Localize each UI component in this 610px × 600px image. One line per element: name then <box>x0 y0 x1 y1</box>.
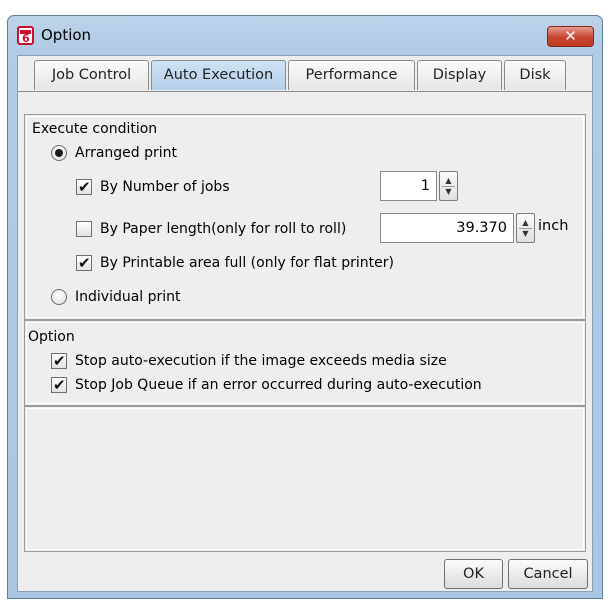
option-panel: Option Stop auto-execution if the image … <box>24 320 586 406</box>
stop-job-queue-label: Stop Job Queue if an error occurred duri… <box>75 377 482 393</box>
arrow-down-icon[interactable]: ▼ <box>517 230 534 238</box>
by-printable-area-checkbox[interactable]: By Printable area full (only for flat pr… <box>76 253 436 273</box>
checkbox-indicator[interactable] <box>51 351 67 371</box>
close-icon: ✕ <box>564 27 577 45</box>
by-paper-length-label: By Paper length(only for roll to roll) <box>100 221 347 237</box>
by-printable-area-label: By Printable area full (only for flat pr… <box>100 255 394 271</box>
by-number-of-jobs-checkbox[interactable]: By Number of jobs <box>76 177 376 197</box>
tab-divider <box>18 91 592 92</box>
stop-auto-execution-label: Stop auto-execution if the image exceeds… <box>75 353 447 369</box>
tab-job-control[interactable]: Job Control <box>34 60 149 90</box>
individual-print-label: Individual print <box>75 289 181 305</box>
empty-panel <box>24 406 586 552</box>
by-paper-length-checkbox[interactable]: By Paper length(only for roll to roll) <box>76 219 386 239</box>
stop-auto-execution-checkbox[interactable]: Stop auto-execution if the image exceeds… <box>51 351 571 371</box>
window-title: Option <box>41 26 92 44</box>
paper-length-unit: inch <box>538 218 569 234</box>
checkbox-indicator[interactable] <box>76 177 92 197</box>
tab-disk[interactable]: Disk <box>504 60 566 90</box>
arrow-up-icon[interactable]: ▲ <box>440 177 457 185</box>
dialog-content: Job Control Auto Execution Performance D… <box>17 55 593 592</box>
option-title: Option <box>28 329 75 345</box>
arrow-down-icon[interactable]: ▼ <box>440 188 457 196</box>
number-of-jobs-input[interactable]: 1 <box>380 171 437 201</box>
title-bar[interactable]: 6 Option ✕ <box>8 16 602 56</box>
ok-button[interactable]: OK <box>444 559 503 589</box>
tab-performance[interactable]: Performance <box>288 60 415 90</box>
tab-display[interactable]: Display <box>417 60 502 90</box>
paper-length-input[interactable]: 39.370 <box>380 213 514 243</box>
checkbox-indicator[interactable] <box>76 253 92 273</box>
paper-length-spinner[interactable]: ▲ ▼ <box>516 213 535 243</box>
individual-print-radio[interactable]: Individual print <box>51 287 351 307</box>
arranged-print-label: Arranged print <box>75 145 178 161</box>
number-of-jobs-spinner[interactable]: ▲ ▼ <box>439 171 458 201</box>
cancel-button[interactable]: Cancel <box>508 559 588 589</box>
option-dialog: 6 Option ✕ Job Control Auto Execution Pe… <box>7 15 603 599</box>
checkbox-indicator[interactable] <box>51 375 67 395</box>
radio-indicator[interactable] <box>51 289 67 305</box>
arrow-up-icon[interactable]: ▲ <box>517 219 534 227</box>
stop-job-queue-checkbox[interactable]: Stop Job Queue if an error occurred duri… <box>51 375 591 395</box>
arranged-print-radio[interactable]: Arranged print <box>51 143 351 163</box>
close-button[interactable]: ✕ <box>547 26 594 47</box>
radio-indicator[interactable] <box>51 145 67 161</box>
execute-condition-panel: Execute condition Arranged print By Numb… <box>24 114 586 320</box>
tab-auto-execution[interactable]: Auto Execution <box>151 60 286 90</box>
checkbox-indicator[interactable] <box>76 221 92 237</box>
app-icon: 6 <box>17 26 34 45</box>
execute-condition-title: Execute condition <box>32 121 158 137</box>
by-number-of-jobs-label: By Number of jobs <box>100 179 230 195</box>
